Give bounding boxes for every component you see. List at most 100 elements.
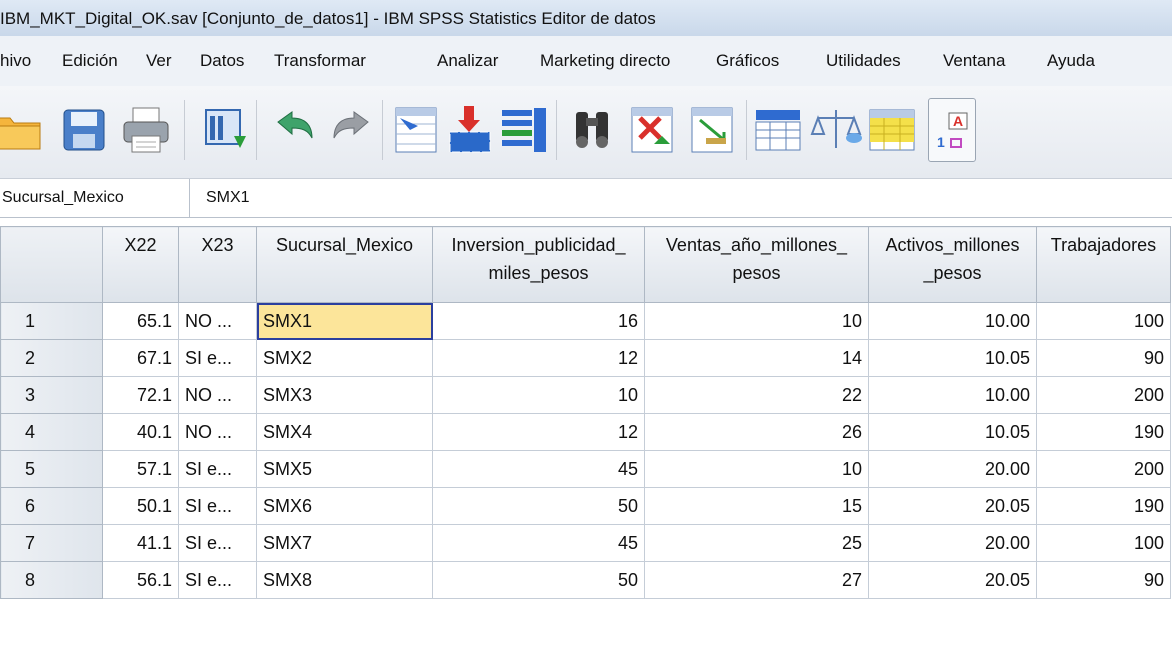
column-header[interactable]: Trabajadores bbox=[1036, 226, 1171, 303]
data-cell[interactable]: NO ... bbox=[178, 376, 257, 414]
goto-case-icon[interactable] bbox=[390, 104, 442, 156]
menu-ver[interactable]: Ver bbox=[146, 51, 172, 71]
data-cell[interactable]: 22 bbox=[644, 376, 869, 414]
value-labels-icon[interactable]: A1 bbox=[928, 98, 976, 162]
data-cell[interactable]: 45 bbox=[432, 524, 645, 562]
save-icon[interactable] bbox=[58, 104, 110, 156]
data-cell[interactable]: 67.1 bbox=[102, 339, 179, 377]
data-cell[interactable]: 200 bbox=[1036, 450, 1171, 488]
insert-variable-icon[interactable] bbox=[686, 104, 738, 156]
menu-utilidades[interactable]: Utilidades bbox=[826, 51, 901, 71]
data-cell[interactable]: 190 bbox=[1036, 413, 1171, 451]
menu-archivo[interactable]: hivo bbox=[0, 51, 31, 71]
corner-cell[interactable] bbox=[0, 226, 103, 303]
find-icon[interactable] bbox=[566, 104, 618, 156]
menu-ayuda[interactable]: Ayuda bbox=[1047, 51, 1095, 71]
data-cell[interactable]: SI e... bbox=[178, 450, 257, 488]
data-cell[interactable]: 45 bbox=[432, 450, 645, 488]
data-cell[interactable]: 15 bbox=[644, 487, 869, 525]
menu-analizar[interactable]: Analizar bbox=[437, 51, 498, 71]
data-cell[interactable]: NO ... bbox=[178, 413, 257, 451]
data-cell[interactable]: 41.1 bbox=[102, 524, 179, 562]
data-cell[interactable]: SMX1 bbox=[256, 302, 433, 340]
data-cell[interactable]: 100 bbox=[1036, 302, 1171, 340]
row-number-cell[interactable]: 1 bbox=[0, 302, 103, 340]
insert-cases-icon[interactable] bbox=[626, 104, 678, 156]
data-cell[interactable]: SMX5 bbox=[256, 450, 433, 488]
row-number-cell[interactable]: 7 bbox=[0, 524, 103, 562]
row-number-cell[interactable]: 8 bbox=[0, 561, 103, 599]
row-number-cell[interactable]: 6 bbox=[0, 487, 103, 525]
data-cell[interactable]: 20.00 bbox=[868, 450, 1037, 488]
data-cell[interactable]: SMX4 bbox=[256, 413, 433, 451]
cell-value-field[interactable]: SMX1 bbox=[206, 179, 250, 217]
data-cell[interactable]: 26 bbox=[644, 413, 869, 451]
data-cell[interactable]: 65.1 bbox=[102, 302, 179, 340]
data-cell[interactable]: 40.1 bbox=[102, 413, 179, 451]
data-cell[interactable]: 90 bbox=[1036, 339, 1171, 377]
recall-dialog-icon[interactable] bbox=[200, 104, 252, 156]
column-header[interactable]: Activos_millones _pesos bbox=[868, 226, 1037, 303]
column-header[interactable]: Inversion_publicidad_ miles_pesos bbox=[432, 226, 645, 303]
goto-variable-icon[interactable] bbox=[444, 104, 496, 156]
data-cell[interactable]: 190 bbox=[1036, 487, 1171, 525]
data-cell[interactable]: 90 bbox=[1036, 561, 1171, 599]
data-cell[interactable]: 10.05 bbox=[868, 413, 1037, 451]
data-cell[interactable]: 100 bbox=[1036, 524, 1171, 562]
redo-icon[interactable] bbox=[326, 104, 378, 156]
data-cell[interactable]: SMX7 bbox=[256, 524, 433, 562]
data-cell[interactable]: 50.1 bbox=[102, 487, 179, 525]
data-cell[interactable]: SMX2 bbox=[256, 339, 433, 377]
menu-transformar[interactable]: Transformar bbox=[274, 51, 366, 71]
data-cell[interactable]: SI e... bbox=[178, 487, 257, 525]
undo-icon[interactable] bbox=[268, 104, 320, 156]
select-cases-icon[interactable] bbox=[866, 104, 918, 156]
row-number-cell[interactable]: 4 bbox=[0, 413, 103, 451]
data-cell[interactable]: 10 bbox=[644, 450, 869, 488]
data-cell[interactable]: 12 bbox=[432, 413, 645, 451]
row-number-cell[interactable]: 5 bbox=[0, 450, 103, 488]
print-icon[interactable] bbox=[120, 104, 172, 156]
split-file-icon[interactable] bbox=[752, 104, 804, 156]
data-cell[interactable]: SMX8 bbox=[256, 561, 433, 599]
data-cell[interactable]: 20.05 bbox=[868, 487, 1037, 525]
data-cell[interactable]: SMX3 bbox=[256, 376, 433, 414]
data-cell[interactable]: 10.00 bbox=[868, 302, 1037, 340]
column-header[interactable]: Sucursal_Mexico bbox=[256, 226, 433, 303]
data-cell[interactable]: 10.05 bbox=[868, 339, 1037, 377]
data-cell[interactable]: 14 bbox=[644, 339, 869, 377]
data-cell[interactable]: SI e... bbox=[178, 524, 257, 562]
data-cell[interactable]: 27 bbox=[644, 561, 869, 599]
column-header[interactable]: X23 bbox=[178, 226, 257, 303]
menu-edicion[interactable]: Edición bbox=[62, 51, 118, 71]
data-cell[interactable]: 20.05 bbox=[868, 561, 1037, 599]
data-cell[interactable]: SI e... bbox=[178, 561, 257, 599]
row-number-cell[interactable]: 3 bbox=[0, 376, 103, 414]
row-number-cell[interactable]: 2 bbox=[0, 339, 103, 377]
menu-datos[interactable]: Datos bbox=[200, 51, 244, 71]
column-header[interactable]: X22 bbox=[102, 226, 179, 303]
data-cell[interactable]: 200 bbox=[1036, 376, 1171, 414]
data-cell[interactable]: SMX6 bbox=[256, 487, 433, 525]
menu-ventana[interactable]: Ventana bbox=[943, 51, 1005, 71]
data-cell[interactable]: 10.00 bbox=[868, 376, 1037, 414]
data-cell[interactable]: 10 bbox=[432, 376, 645, 414]
data-cell[interactable]: 56.1 bbox=[102, 561, 179, 599]
data-cell[interactable]: 50 bbox=[432, 561, 645, 599]
column-header[interactable]: Ventas_año_millones_ pesos bbox=[644, 226, 869, 303]
variables-icon[interactable] bbox=[498, 104, 550, 156]
data-cell[interactable]: 16 bbox=[432, 302, 645, 340]
data-cell[interactable]: 50 bbox=[432, 487, 645, 525]
data-cell[interactable]: 20.00 bbox=[868, 524, 1037, 562]
menu-graficos[interactable]: Gráficos bbox=[716, 51, 779, 71]
data-cell[interactable]: 72.1 bbox=[102, 376, 179, 414]
data-cell[interactable]: 10 bbox=[644, 302, 869, 340]
data-cell[interactable]: 12 bbox=[432, 339, 645, 377]
weight-cases-icon[interactable] bbox=[810, 104, 862, 156]
data-cell[interactable]: 57.1 bbox=[102, 450, 179, 488]
data-cell[interactable]: 25 bbox=[644, 524, 869, 562]
menu-marketing-directo[interactable]: Marketing directo bbox=[540, 51, 670, 71]
data-cell[interactable]: SI e... bbox=[178, 339, 257, 377]
data-cell[interactable]: NO ... bbox=[178, 302, 257, 340]
open-folder-icon[interactable] bbox=[0, 104, 42, 156]
